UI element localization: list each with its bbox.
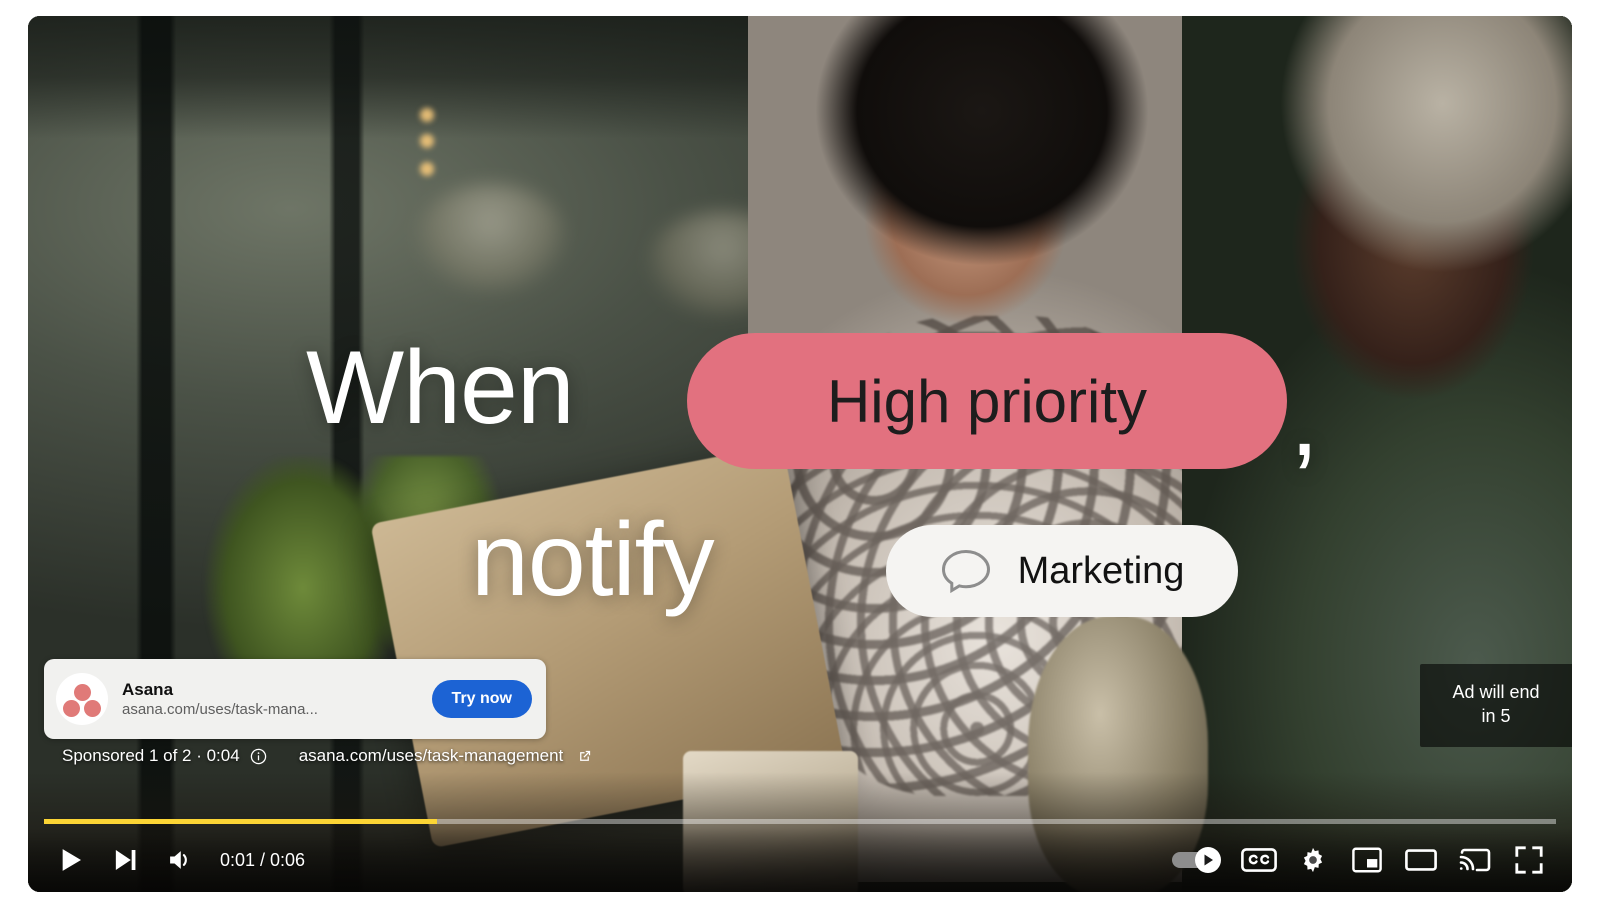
theater-mode-icon bbox=[1405, 849, 1437, 871]
ad-countdown-line-1: Ad will end bbox=[1452, 682, 1540, 702]
light-bulb bbox=[420, 108, 434, 122]
light-bulb bbox=[420, 162, 434, 176]
cast-button[interactable] bbox=[1448, 833, 1502, 887]
play-button[interactable] bbox=[44, 833, 98, 887]
next-button[interactable] bbox=[98, 833, 152, 887]
player-control-bar: 0:01 / 0:06 bbox=[28, 828, 1572, 892]
closed-captions-icon bbox=[1241, 848, 1277, 872]
fullscreen-button[interactable] bbox=[1502, 833, 1556, 887]
asana-logo-icon bbox=[56, 673, 108, 725]
next-track-icon bbox=[115, 850, 136, 870]
ad-headline-word-notify: notify bbox=[471, 502, 715, 618]
miniplayer-button[interactable] bbox=[1340, 833, 1394, 887]
info-circle-icon[interactable] bbox=[250, 748, 267, 765]
external-link-icon[interactable] bbox=[577, 749, 592, 764]
pendant-lamp bbox=[416, 184, 566, 292]
light-bulb bbox=[420, 134, 434, 148]
marketing-pill: Marketing bbox=[886, 525, 1238, 617]
fullscreen-icon bbox=[1515, 846, 1543, 874]
ad-countdown-badge: Ad will end in 5 bbox=[1420, 664, 1572, 747]
sponsored-link-url[interactable]: asana.com/uses/task-management bbox=[299, 746, 564, 766]
ad-headline-comma: , bbox=[1290, 362, 1319, 478]
sponsored-row: Sponsored 1 of 2 · 0:04 asana.com/uses/t… bbox=[62, 746, 592, 766]
progress-bar-track[interactable] bbox=[44, 819, 1556, 824]
theater-mode-button[interactable] bbox=[1394, 833, 1448, 887]
gear-icon bbox=[1303, 847, 1323, 873]
time-display: 0:01 / 0:06 bbox=[220, 849, 306, 870]
high-priority-pill: High priority bbox=[687, 333, 1287, 469]
volume-button[interactable] bbox=[152, 833, 206, 887]
ad-card-text: Asana asana.com/uses/task-mana... bbox=[122, 679, 418, 720]
play-icon bbox=[62, 849, 81, 871]
subtitles-button[interactable] bbox=[1232, 833, 1286, 887]
autoplay-toggle[interactable] bbox=[1162, 833, 1232, 887]
try-now-button[interactable]: Try now bbox=[431, 680, 532, 718]
progress-bar-played bbox=[44, 819, 438, 824]
ad-display-url: asana.com/uses/task-mana... bbox=[122, 700, 318, 718]
sponsored-label: Sponsored 1 of 2 · 0:04 bbox=[62, 746, 240, 765]
ad-headline-word-when: When bbox=[306, 330, 575, 446]
ad-countdown-line-2: in 5 bbox=[1481, 706, 1511, 727]
advertiser-name: Asana bbox=[122, 679, 174, 699]
ad-companion-card[interactable]: Asana asana.com/uses/task-mana... Try no… bbox=[44, 659, 546, 739]
speech-bubble-icon bbox=[941, 549, 990, 594]
autoplay-toggle-icon bbox=[1172, 847, 1221, 873]
volume-high-icon bbox=[170, 851, 187, 869]
marketing-pill-label: Marketing bbox=[1017, 549, 1185, 592]
miniplayer-icon bbox=[1352, 847, 1382, 873]
settings-button[interactable] bbox=[1286, 833, 1340, 887]
pendant-lamp bbox=[86, 108, 291, 243]
cast-icon bbox=[1459, 848, 1491, 872]
video-player[interactable]: When notify , High priority Marketing Ad… bbox=[28, 16, 1572, 892]
